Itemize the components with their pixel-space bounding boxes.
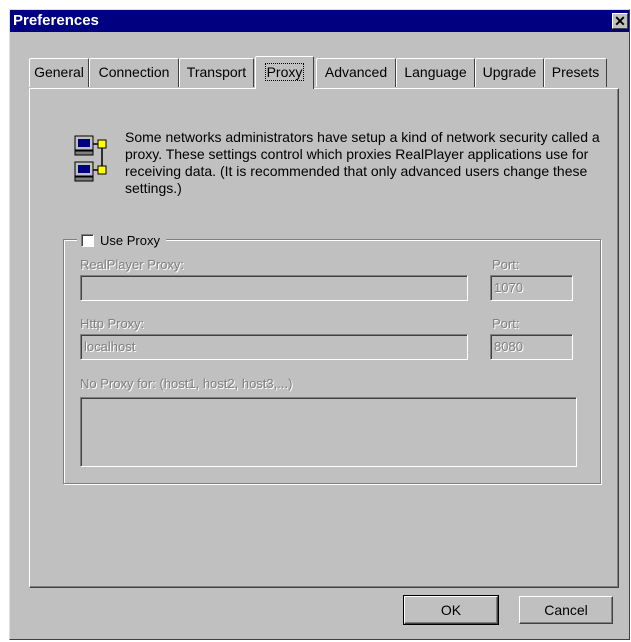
checkbox-box[interactable]: [81, 233, 94, 247]
use-proxy-checkbox[interactable]: Use Proxy: [77, 232, 166, 248]
close-button[interactable]: ✕: [612, 13, 628, 29]
tab-presets[interactable]: Presets: [544, 58, 607, 87]
window-title: Preferences: [13, 12, 99, 29]
tab-transport[interactable]: Transport: [179, 58, 254, 87]
title-bar[interactable]: Preferences ✕: [10, 10, 629, 32]
realplayer-port-input[interactable]: 1070: [490, 275, 573, 301]
cancel-button[interactable]: Cancel: [519, 596, 613, 624]
tab-label: Presets: [551, 64, 600, 80]
proxy-description: Some networks administrators have setup …: [125, 129, 600, 196]
tab-advanced[interactable]: Advanced: [316, 58, 396, 87]
preferences-dialog: Preferences ✕ General Connection Transpo…: [9, 9, 630, 640]
http-proxy-label: Http Proxy:: [80, 316, 145, 331]
close-icon: ✕: [614, 13, 626, 29]
use-proxy-label: Use Proxy: [100, 232, 160, 248]
no-proxy-label: No Proxy for: (host1, host2, host3,...): [80, 376, 293, 391]
http-proxy-input[interactable]: localhost: [80, 334, 468, 360]
tab-general[interactable]: General: [29, 58, 89, 87]
tab-label: Connection: [98, 64, 170, 80]
tab-language[interactable]: Language: [396, 58, 475, 87]
ok-button[interactable]: OK: [403, 595, 499, 625]
http-port-label: Port:: [492, 316, 520, 331]
http-port-input[interactable]: 8080: [490, 334, 573, 360]
tab-upgrade[interactable]: Upgrade: [475, 58, 544, 87]
tab-label: Transport: [186, 64, 247, 80]
tab-label: Proxy: [264, 63, 305, 81]
tab-label: Language: [404, 64, 467, 80]
no-proxy-textarea[interactable]: [80, 397, 577, 467]
tab-proxy[interactable]: Proxy: [255, 56, 314, 89]
realplayer-port-label: Port:: [492, 257, 520, 272]
tab-label: General: [34, 64, 84, 80]
proxy-tab-panel: Some networks administrators have setup …: [29, 88, 619, 588]
tab-label: Upgrade: [482, 64, 537, 80]
realplayer-proxy-label: RealPlayer Proxy:: [80, 257, 185, 272]
network-computers-icon: [74, 135, 107, 182]
tab-label: Advanced: [324, 64, 388, 80]
tab-connection[interactable]: Connection: [89, 58, 179, 87]
realplayer-proxy-input[interactable]: [80, 275, 468, 301]
